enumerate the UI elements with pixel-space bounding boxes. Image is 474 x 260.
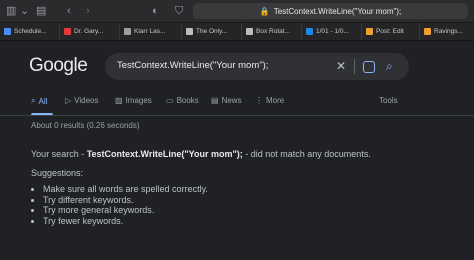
search-input[interactable]: TestContext.WriteLine("Your mom"); ✕ ⌕ [105,53,409,80]
google-logo[interactable]: Google [29,55,88,77]
list-item: Try more general keywords. [43,205,208,216]
tab-news-label: News [221,96,242,105]
divider [0,115,474,116]
tools-button[interactable]: Tools [379,96,398,105]
bookmark-label: Dr. Gary... [74,28,104,35]
message-suffix: - did not match any documents. [242,149,371,159]
favorites-bar: Schedule... Dr. Gary... Klarr Las... The… [0,23,474,41]
bookmark-item[interactable]: Post: Edit [362,23,420,40]
bookmark-label: 1/01 - 1/0... [316,28,349,35]
bookmark-item[interactable]: The Only... [182,23,242,40]
no-results-message: Your search - TestContext.WriteLine("You… [31,149,371,159]
lock-icon: 🔒 [259,6,270,16]
tab-overview-icon[interactable]: ▤ [36,4,46,18]
bookmark-label: Ravings... [434,28,463,35]
favicon-icon [306,28,313,35]
tab-videos[interactable]: ▷ Videos [65,96,98,105]
tab-books[interactable]: ▭ Books [166,96,199,105]
bookmark-item[interactable]: Ravings... [420,23,474,40]
search-icon: ⌕ [31,96,36,105]
message-prefix: Your search - [31,149,87,159]
list-item: Try different keywords. [43,195,208,206]
tab-videos-label: Videos [74,96,99,105]
divider [354,59,355,74]
forward-icon[interactable]: › [86,4,90,18]
tab-more-label: More [266,96,285,105]
list-item: Make sure all words are spelled correctl… [43,184,208,195]
search-tabs: ⌕ All ▷ Videos ▨ Images ▭ Books ▤ News ⋮… [31,94,431,114]
bookmark-item[interactable]: Schedule... [0,23,60,40]
suggestions-heading: Suggestions: [31,168,84,178]
clear-icon[interactable]: ✕ [336,58,346,74]
address-bar-url: TestContext.WriteLine("Your mom"); [273,6,402,16]
play-icon: ▷ [65,96,72,105]
tab-more[interactable]: ⋮ More [255,96,284,105]
favicon-icon [4,28,11,35]
more-dots-icon: ⋮ [255,96,263,105]
tab-news[interactable]: ▤ News [211,96,242,105]
favicon-icon [186,28,193,35]
bookmark-item[interactable]: Box Rotat... [242,23,302,40]
chevron-down-icon[interactable]: ⌄ [20,4,29,18]
suggestions-list: Make sure all words are spelled correctl… [31,184,208,226]
bookmark-label: Klarr Las... [134,28,166,35]
bookmark-label: The Only... [196,28,228,35]
bookmark-item[interactable]: 1/01 - 1/0... [302,23,362,40]
tab-images[interactable]: ▨ Images [115,96,152,105]
tools-label: Tools [379,96,398,105]
book-icon: ▭ [166,96,174,105]
address-bar[interactable]: 🔒 TestContext.WriteLine("Your mom"); [193,3,468,19]
browser-toolbar: ▥ ⌄ ▤ ‹ › ◐ ⛉ 🔒 TestContext.WriteLine("Y… [0,0,474,23]
news-icon: ▤ [211,96,219,105]
favicon-icon [424,28,431,35]
bookmark-label: Post: Edit [376,28,404,35]
tab-all[interactable]: ⌕ All [31,96,47,106]
back-icon[interactable]: ‹ [67,4,71,18]
privacy-report-icon[interactable]: ◐ [152,4,159,18]
favicon-icon [124,28,131,35]
favicon-icon [64,28,71,35]
tab-all-label: All [38,96,48,106]
search-query[interactable]: TestContext.WriteLine("Your mom"); [117,60,268,71]
bookmark-item[interactable]: Dr. Gary... [60,23,120,40]
sidebar-toggle-icon[interactable]: ▥ [6,4,16,18]
tab-images-label: Images [125,96,152,105]
image-icon: ▨ [115,96,123,105]
result-stats: About 0 results (0.26 seconds) [31,121,140,130]
favicon-icon [246,28,253,35]
bookmark-item[interactable]: Klarr Las... [120,23,182,40]
search-icon[interactable]: ⌕ [386,58,393,74]
camera-search-icon[interactable] [363,61,375,73]
list-item: Try fewer keywords. [43,216,208,227]
shield-icon[interactable]: ⛉ [175,4,183,18]
favicon-icon [366,28,373,35]
bookmark-label: Box Rotat... [256,28,290,35]
tab-books-label: Books [176,96,199,105]
message-query: TestContext.WriteLine("Your mom"); [86,149,243,159]
bookmark-label: Schedule... [14,28,47,35]
